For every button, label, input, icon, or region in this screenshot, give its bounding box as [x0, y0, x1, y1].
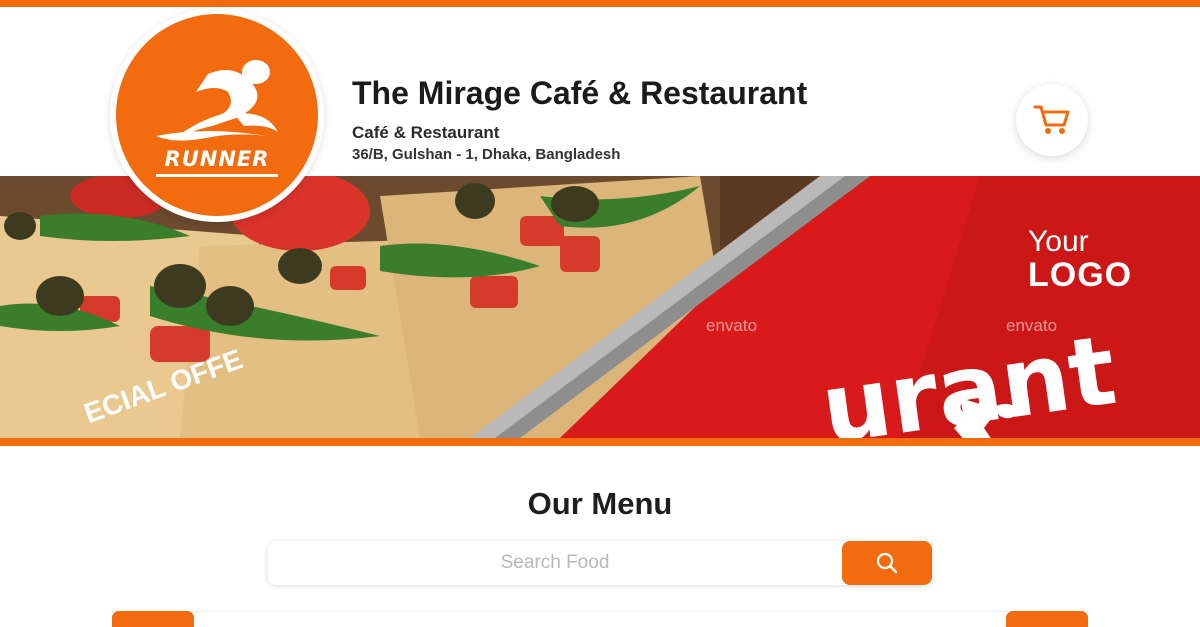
category-scroll-left-button[interactable]: [112, 611, 194, 627]
runner-icon: [156, 60, 278, 177]
banner-bottom-line: [0, 438, 1200, 446]
menu-title: Our Menu: [527, 486, 673, 521]
top-accent-bar: [0, 0, 1200, 7]
cart-button[interactable]: [1016, 84, 1088, 156]
category-bar: [112, 611, 1088, 627]
logo-wordmark: RUNNER: [164, 147, 270, 171]
search-icon: [876, 552, 898, 574]
search-input[interactable]: [268, 541, 842, 585]
restaurant-title: The Mirage Café & Restaurant: [352, 75, 808, 111]
banner-logo-line2: LOGO: [1028, 256, 1133, 294]
logo-badge: RUNNER: [116, 14, 318, 216]
search-button[interactable]: [842, 541, 932, 585]
search-bar: [268, 541, 932, 585]
watermark-text: envato: [706, 316, 758, 335]
category-scroll-right-button[interactable]: [1006, 611, 1088, 627]
banner-logo-line1: Your: [1028, 225, 1089, 258]
cart-icon: [1033, 105, 1070, 134]
restaurant-logo: RUNNER: [110, 8, 324, 222]
restaurant-subtitle: Café & Restaurant: [352, 123, 500, 142]
restaurant-address: 36/B, Gulshan - 1, Dhaka, Bangladesh: [352, 146, 621, 163]
